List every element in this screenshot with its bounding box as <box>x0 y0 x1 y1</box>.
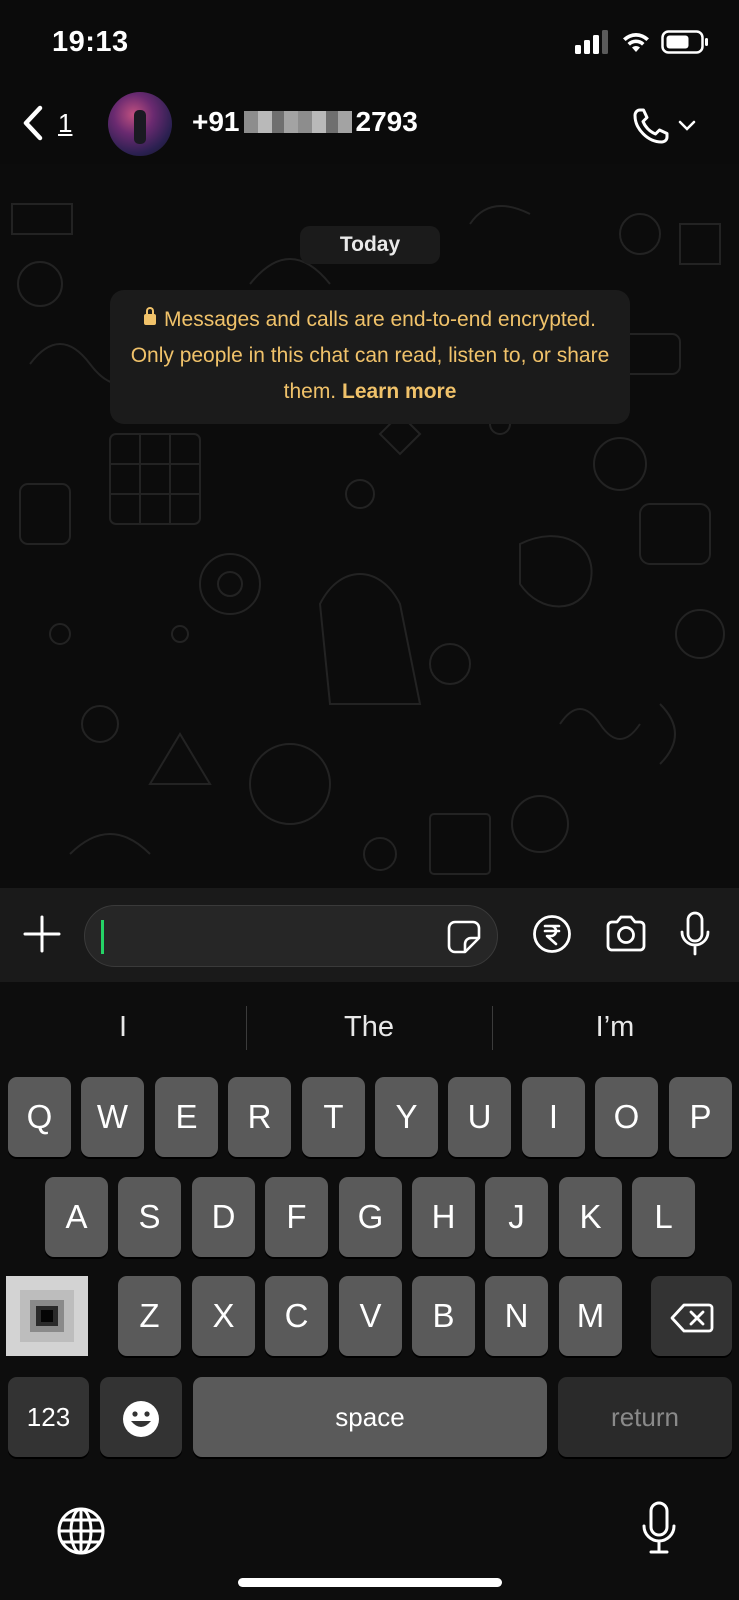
rupee-icon <box>533 915 571 953</box>
key-t[interactable]: T <box>302 1077 365 1157</box>
wifi-icon <box>623 33 649 52</box>
emoji-icon <box>123 1401 159 1438</box>
wallpaper-doodle <box>11 203 725 875</box>
space-key[interactable]: space <box>193 1377 547 1457</box>
encryption-notice[interactable]: Messages and calls are end-to-end encryp… <box>110 290 630 424</box>
suggestion-3[interactable]: I’m <box>492 1002 738 1052</box>
key-n[interactable]: N <box>485 1276 548 1356</box>
numbers-key[interactable]: 123 <box>8 1377 89 1457</box>
backspace-key[interactable] <box>651 1276 732 1356</box>
voice-message-button[interactable] <box>678 910 712 963</box>
key-g[interactable]: G <box>339 1177 402 1257</box>
learn-more-link[interactable]: Learn more <box>342 380 456 403</box>
dictation-icon <box>642 1501 676 1554</box>
sticker-icon <box>447 920 481 954</box>
key-q[interactable]: Q <box>8 1077 71 1157</box>
key-m[interactable]: M <box>559 1276 622 1356</box>
contact-avatar[interactable] <box>108 92 172 156</box>
microphone-icon <box>680 911 710 956</box>
chevron-left-icon <box>23 105 43 141</box>
key-j[interactable]: J <box>485 1177 548 1257</box>
chat-area[interactable]: Today Messages and calls are end-to-end … <box>0 164 739 888</box>
key-c[interactable]: C <box>265 1276 328 1356</box>
key-x[interactable]: X <box>192 1276 255 1356</box>
shift-key[interactable] <box>6 1276 88 1356</box>
payment-button[interactable] <box>532 914 572 959</box>
phone-icon <box>633 108 669 144</box>
key-a[interactable]: A <box>45 1177 108 1257</box>
home-indicator[interactable] <box>238 1578 502 1587</box>
key-u[interactable]: U <box>448 1077 511 1157</box>
camera-icon <box>606 915 646 952</box>
date-chip: Today <box>300 226 440 264</box>
key-i[interactable]: I <box>522 1077 585 1157</box>
shift-icon <box>6 1276 88 1356</box>
status-icons <box>575 30 709 54</box>
chevron-down-icon <box>678 120 696 131</box>
unread-count: 1 <box>58 107 73 138</box>
signal-icon <box>575 30 608 54</box>
key-v[interactable]: V <box>339 1276 402 1356</box>
camera-button[interactable] <box>604 914 648 959</box>
contact-name[interactable]: +91 2793 <box>192 106 418 138</box>
backspace-icon <box>670 1303 713 1333</box>
text-caret <box>101 920 104 954</box>
back-button[interactable]: 1 <box>20 104 72 142</box>
dictation-button[interactable] <box>640 1500 678 1561</box>
status-bar: 19:13 <box>0 0 739 88</box>
globe-button[interactable] <box>56 1506 106 1561</box>
key-o[interactable]: O <box>595 1077 658 1157</box>
suggestion-1[interactable]: I <box>0 1002 246 1052</box>
key-e[interactable]: E <box>155 1077 218 1157</box>
key-b[interactable]: B <box>412 1276 475 1356</box>
call-button[interactable] <box>631 106 697 146</box>
key-w[interactable]: W <box>81 1077 144 1157</box>
chat-header: 1 +91 2793 <box>0 88 739 164</box>
contact-prefix: +91 <box>192 106 240 137</box>
emoji-key[interactable] <box>100 1377 182 1457</box>
status-time: 19:13 <box>52 26 129 58</box>
predictive-bar: I The I’m <box>0 982 739 1074</box>
return-key[interactable]: return <box>558 1377 732 1457</box>
lock-icon <box>144 307 157 325</box>
attach-button[interactable] <box>22 914 62 959</box>
contact-suffix: 2793 <box>355 106 418 137</box>
key-k[interactable]: K <box>559 1177 622 1257</box>
plus-icon <box>23 915 61 953</box>
suggestion-2[interactable]: The <box>246 1002 492 1052</box>
key-f[interactable]: F <box>265 1177 328 1257</box>
redacted-digits <box>243 111 352 133</box>
key-z[interactable]: Z <box>118 1276 181 1356</box>
key-h[interactable]: H <box>412 1177 475 1257</box>
sticker-button[interactable] <box>447 920 481 959</box>
key-y[interactable]: Y <box>375 1077 438 1157</box>
battery-icon <box>661 30 708 54</box>
key-p[interactable]: P <box>669 1077 732 1157</box>
message-input[interactable] <box>84 905 498 967</box>
key-s[interactable]: S <box>118 1177 181 1257</box>
composer-bar <box>0 888 739 982</box>
key-d[interactable]: D <box>192 1177 255 1257</box>
key-l[interactable]: L <box>632 1177 695 1257</box>
key-r[interactable]: R <box>228 1077 291 1157</box>
globe-icon <box>57 1507 105 1555</box>
